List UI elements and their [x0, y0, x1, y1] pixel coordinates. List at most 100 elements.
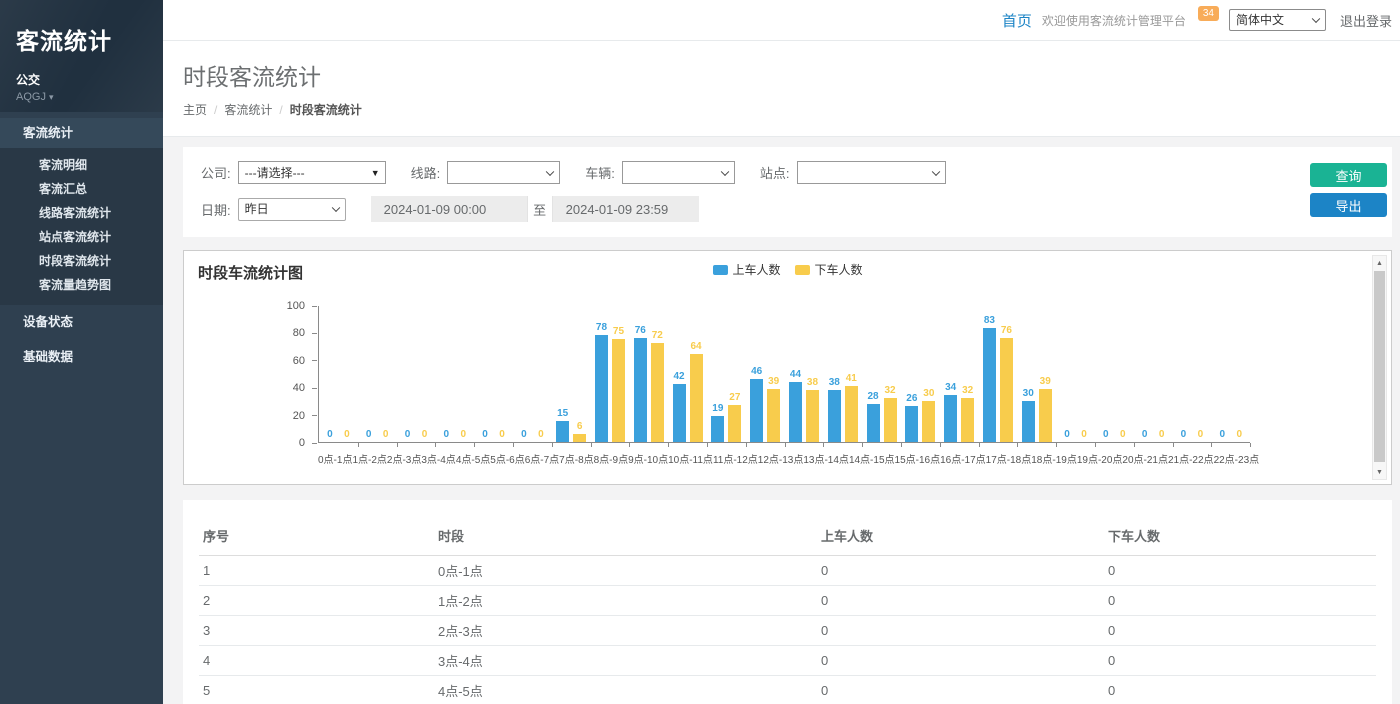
table-panel: 序号 时段 上车人数 下车人数 10点-1点0021点-2点0032点-3点00…	[183, 500, 1392, 704]
welcome-text: 欢迎使用客流统计管理平台	[1042, 12, 1186, 29]
notification-badge: 34	[1198, 6, 1219, 21]
bar-column: 39	[767, 306, 780, 442]
x-axis-tick-mark	[513, 443, 514, 447]
x-axis-label: 4点-5点	[456, 451, 490, 466]
line-select[interactable]	[447, 161, 560, 184]
bar-column: 44	[789, 306, 802, 442]
bar-group: 4264	[668, 306, 707, 442]
bar-column: 0	[401, 306, 414, 442]
legend-label: 下车人数	[815, 261, 863, 278]
legend-item-alighting[interactable]: 下车人数	[795, 261, 863, 278]
bar-value-label: 78	[596, 323, 607, 333]
line-select-wrap	[447, 161, 560, 184]
scroll-up-arrow-icon[interactable]: ▲	[1373, 256, 1386, 270]
x-axis-label: 5点-6点	[490, 451, 524, 466]
table-cell: 0	[1104, 556, 1376, 586]
scrollbar-thumb[interactable]	[1374, 271, 1385, 462]
app-window: 客流统计 公交 AQGJ ▾ 客流统计 客流明细客流汇总线路客流统计站点客流统计…	[0, 0, 1400, 704]
chart-vertical-scrollbar[interactable]: ▲ ▼	[1372, 255, 1387, 480]
sidebar-sub-item[interactable]: 时段客流统计	[0, 249, 163, 273]
date-preset-select[interactable]: 昨日	[238, 198, 346, 221]
bar-value-label: 0	[366, 430, 372, 440]
sidebar-others: 设备状态基础数据	[0, 305, 163, 375]
bar-group: 00	[513, 306, 552, 442]
x-axis-label: 14点-15点	[849, 451, 895, 466]
y-axis-tick-mark	[312, 388, 317, 389]
bar-value-label: 28	[867, 392, 878, 402]
bar-value-label: 39	[768, 377, 779, 387]
sidebar-sub-item[interactable]: 客流明细	[0, 153, 163, 177]
main-area: 首页 欢迎使用客流统计管理平台 34 简体中文 退出登录 时段客流统计 主页 /…	[163, 0, 1400, 704]
y-axis-tick-mark	[312, 415, 317, 416]
bar-column: 38	[806, 306, 819, 442]
x-axis-tick-mark	[940, 443, 941, 447]
sidebar-sub-item[interactable]: 站点客流统计	[0, 225, 163, 249]
sidebar-sub-item[interactable]: 客流汇总	[0, 177, 163, 201]
bar-group: 00	[435, 306, 474, 442]
company-select[interactable]: ---请选择---	[238, 161, 386, 184]
x-axis-tick-mark	[1017, 443, 1018, 447]
filter-row-2: 日期: 昨日 至	[201, 196, 1302, 222]
bar-group: 2630	[901, 306, 940, 442]
breadcrumb-passenger-stats[interactable]: 客流统计	[224, 101, 272, 118]
y-axis-tick-label: 80	[293, 327, 305, 339]
table-cell: 4点-5点	[434, 676, 817, 704]
bar-column: 0	[362, 306, 375, 442]
language-select[interactable]: 简体中文	[1229, 9, 1326, 31]
date-range-group: 至	[371, 196, 699, 222]
x-axis-labels: 0点-1点1点-2点2点-3点3点-4点4点-5点5点-6点6点-7点7点-8点…	[318, 451, 1250, 466]
table-cell: 0	[817, 676, 1104, 704]
bar-group: 00	[1134, 306, 1173, 442]
query-button[interactable]: 查询	[1310, 163, 1387, 187]
bar-group: 00	[1173, 306, 1212, 442]
vehicle-select[interactable]	[622, 161, 735, 184]
filter-row-1: 公司: ---请选择--- ▼ 线路: 车辆: 站点:	[201, 161, 1302, 184]
bar-group: 28 32	[862, 306, 901, 442]
station-select[interactable]	[797, 161, 946, 184]
x-axis-label: 12点-13点	[758, 451, 804, 466]
home-link[interactable]: 首页	[1002, 10, 1032, 31]
bar-column: 0	[1138, 306, 1151, 442]
table-cell: 2点-3点	[434, 616, 817, 646]
y-axis-tick-label: 40	[293, 382, 305, 394]
org-code-dropdown[interactable]: AQGJ ▾	[16, 91, 163, 103]
legend-item-boarding[interactable]: 上车人数	[712, 261, 780, 278]
bar-column: 0	[457, 306, 470, 442]
bar-value-label: 75	[613, 327, 624, 337]
bar-value-label: 72	[652, 331, 663, 341]
sidebar-item[interactable]: 设备状态	[0, 305, 163, 340]
col-header-period: 时段	[434, 520, 817, 556]
start-date-input[interactable]	[371, 196, 527, 222]
bar-group: 1927	[707, 306, 746, 442]
chart-head: 时段车流统计图 上车人数 下车人数	[184, 251, 1391, 283]
sidebar-sub-item[interactable]: 线路客流统计	[0, 201, 163, 225]
export-button[interactable]: 导出	[1310, 193, 1387, 217]
sidebar-sub-item[interactable]: 客流量趋势图	[0, 273, 163, 297]
bar	[556, 421, 569, 442]
x-axis-tick-mark	[823, 443, 824, 447]
end-date-input[interactable]	[553, 196, 699, 222]
bar-value-label: 0	[1081, 430, 1087, 440]
x-axis-label: 13点-14点	[803, 451, 849, 466]
col-header-index: 序号	[199, 520, 434, 556]
logout-link[interactable]: 退出登录	[1340, 11, 1392, 30]
bar-value-label: 32	[884, 386, 895, 396]
bar-column: 34	[944, 306, 957, 442]
sidebar-item-passenger-stats[interactable]: 客流统计	[0, 118, 163, 148]
bar	[728, 405, 741, 442]
bar-group: 00	[397, 306, 436, 442]
sidebar-item[interactable]: 基础数据	[0, 340, 163, 375]
bar-value-label: 46	[751, 367, 762, 377]
bar-column: 0	[1216, 306, 1229, 442]
breadcrumb-home[interactable]: 主页	[183, 101, 207, 118]
x-axis-tick-mark	[1056, 443, 1057, 447]
bar-column: 32	[884, 306, 897, 442]
org-name: 公交	[16, 71, 163, 88]
x-axis-label: 11点-12点	[713, 451, 758, 466]
content: 公司: ---请选择--- ▼ 线路: 车辆: 站点:	[163, 137, 1400, 704]
bar-column: 30	[1022, 306, 1035, 442]
bar-column: 30	[922, 306, 935, 442]
chart-title: 时段车流统计图	[198, 262, 303, 283]
legend-swatch-yellow	[795, 265, 810, 275]
scroll-down-arrow-icon[interactable]: ▼	[1373, 465, 1386, 479]
